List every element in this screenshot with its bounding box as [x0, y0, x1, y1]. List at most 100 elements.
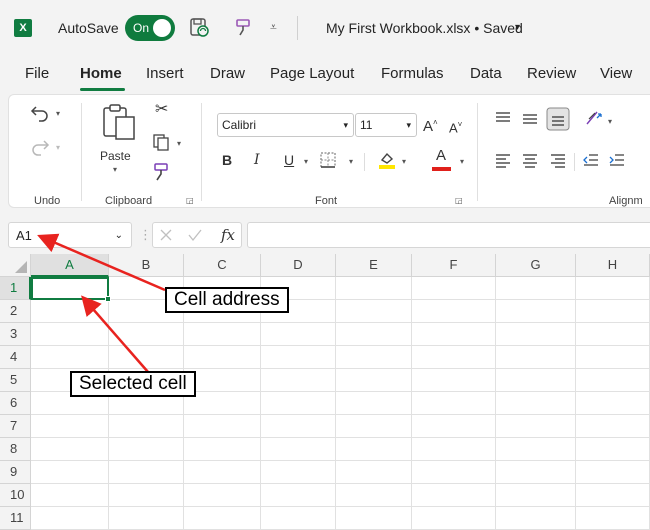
- tab-view[interactable]: View: [600, 65, 632, 83]
- grid-cell[interactable]: [576, 438, 650, 461]
- grid-cell[interactable]: [261, 507, 336, 530]
- grid-cell[interactable]: [576, 346, 650, 369]
- title-chevron-down-icon[interactable]: ▾: [515, 19, 520, 37]
- font-name-select[interactable]: Calibri ▾: [217, 113, 354, 137]
- column-header[interactable]: B: [109, 254, 184, 277]
- grid-cell[interactable]: [496, 461, 576, 484]
- grid-cell[interactable]: [31, 438, 109, 461]
- tab-review[interactable]: Review: [527, 65, 576, 83]
- font-launcher-icon[interactable]: ◲: [455, 196, 463, 206]
- document-title[interactable]: My First Workbook.xlsx • Saved: [326, 19, 523, 37]
- borders-icon[interactable]: [318, 150, 338, 170]
- row-header[interactable]: 1: [0, 277, 31, 300]
- name-box-chevron-down-icon[interactable]: ⌄: [115, 229, 123, 243]
- row-header[interactable]: 8: [0, 438, 31, 461]
- grid-cell[interactable]: [336, 300, 412, 323]
- format-painter-icon[interactable]: [232, 16, 254, 38]
- orientation-chevron-down-icon[interactable]: ▾: [608, 117, 612, 127]
- grid-cell[interactable]: [412, 507, 496, 530]
- grid-cell[interactable]: [109, 346, 184, 369]
- formula-input[interactable]: [247, 222, 650, 248]
- align-left-icon[interactable]: [493, 150, 513, 170]
- grid-cell[interactable]: [261, 484, 336, 507]
- grid-cell[interactable]: [576, 415, 650, 438]
- fill-handle[interactable]: [105, 296, 111, 302]
- grid-cell[interactable]: [336, 392, 412, 415]
- grid-cell[interactable]: [496, 346, 576, 369]
- formula-bar-grip-icon[interactable]: ⋮: [139, 228, 152, 242]
- grid-cell[interactable]: [412, 484, 496, 507]
- underline-chevron-down-icon[interactable]: ▾: [304, 157, 308, 167]
- grid-cell[interactable]: [412, 392, 496, 415]
- save-icon[interactable]: [188, 16, 210, 38]
- grid-cell[interactable]: [576, 484, 650, 507]
- grid-cell[interactable]: [412, 300, 496, 323]
- font-color-icon[interactable]: A: [436, 147, 446, 165]
- align-bottom-icon[interactable]: [546, 107, 570, 131]
- column-header[interactable]: F: [412, 254, 496, 277]
- grid-cell[interactable]: [496, 484, 576, 507]
- grid-cell[interactable]: [261, 323, 336, 346]
- grid-cell[interactable]: [184, 346, 261, 369]
- grid-cell[interactable]: [496, 300, 576, 323]
- grid-cell[interactable]: [576, 461, 650, 484]
- grid-cell[interactable]: [109, 461, 184, 484]
- grid-cell[interactable]: [31, 461, 109, 484]
- insert-function-button[interactable]: fx: [221, 226, 235, 244]
- grid-cell[interactable]: [31, 300, 109, 323]
- font-color-chevron-down-icon[interactable]: ▾: [460, 157, 464, 167]
- grid-cell[interactable]: [184, 484, 261, 507]
- column-header[interactable]: C: [184, 254, 261, 277]
- copy-icon[interactable]: [152, 133, 170, 151]
- grid-cell[interactable]: [336, 484, 412, 507]
- grid-cell[interactable]: [576, 300, 650, 323]
- grid-cell[interactable]: [31, 346, 109, 369]
- grid-cell[interactable]: [184, 438, 261, 461]
- grid-cell[interactable]: [336, 507, 412, 530]
- fill-chevron-down-icon[interactable]: ▾: [402, 157, 406, 167]
- decrease-indent-icon[interactable]: [581, 150, 601, 170]
- selected-cell-outline[interactable]: [31, 277, 111, 302]
- grid-cell[interactable]: [412, 323, 496, 346]
- grid-cell[interactable]: [109, 484, 184, 507]
- grid-cell[interactable]: [336, 277, 412, 300]
- grid-cell[interactable]: [412, 369, 496, 392]
- grid-cell[interactable]: [31, 507, 109, 530]
- qat-customize-icon[interactable]: ⩡: [270, 18, 277, 36]
- grid-cell[interactable]: [261, 369, 336, 392]
- row-header[interactable]: 5: [0, 369, 31, 392]
- grid-cell[interactable]: [31, 415, 109, 438]
- grid-cell[interactable]: [336, 323, 412, 346]
- font-size-select[interactable]: 11 ▾: [355, 113, 417, 137]
- column-header[interactable]: A: [31, 254, 109, 277]
- grid-cell[interactable]: [261, 392, 336, 415]
- fill-color-icon[interactable]: [376, 148, 398, 170]
- grid-cell[interactable]: [496, 323, 576, 346]
- grid-cell[interactable]: [336, 346, 412, 369]
- format-painter-icon[interactable]: [149, 161, 171, 183]
- tab-data[interactable]: Data: [470, 65, 502, 83]
- row-header[interactable]: 3: [0, 323, 31, 346]
- grid-cell[interactable]: [576, 507, 650, 530]
- paste-chevron-down-icon[interactable]: ▾: [113, 165, 117, 175]
- borders-chevron-down-icon[interactable]: ▾: [349, 157, 353, 167]
- undo-chevron-down-icon[interactable]: ▾: [56, 109, 60, 119]
- grid-cell[interactable]: [496, 415, 576, 438]
- align-middle-icon[interactable]: [520, 109, 540, 129]
- grid-cell[interactable]: [109, 507, 184, 530]
- grid-cell[interactable]: [109, 323, 184, 346]
- undo-icon[interactable]: [29, 101, 51, 123]
- grid-cell[interactable]: [576, 392, 650, 415]
- row-header[interactable]: 2: [0, 300, 31, 323]
- align-top-icon[interactable]: [493, 109, 513, 129]
- grid-cell[interactable]: [336, 369, 412, 392]
- row-header[interactable]: 4: [0, 346, 31, 369]
- italic-button[interactable]: I: [254, 151, 260, 169]
- grid-cell[interactable]: [336, 438, 412, 461]
- column-header[interactable]: D: [261, 254, 336, 277]
- grid-cell[interactable]: [576, 277, 650, 300]
- grid-cell[interactable]: [496, 438, 576, 461]
- row-header[interactable]: 6: [0, 392, 31, 415]
- tab-page-layout[interactable]: Page Layout: [270, 65, 354, 83]
- grid-cell[interactable]: [261, 461, 336, 484]
